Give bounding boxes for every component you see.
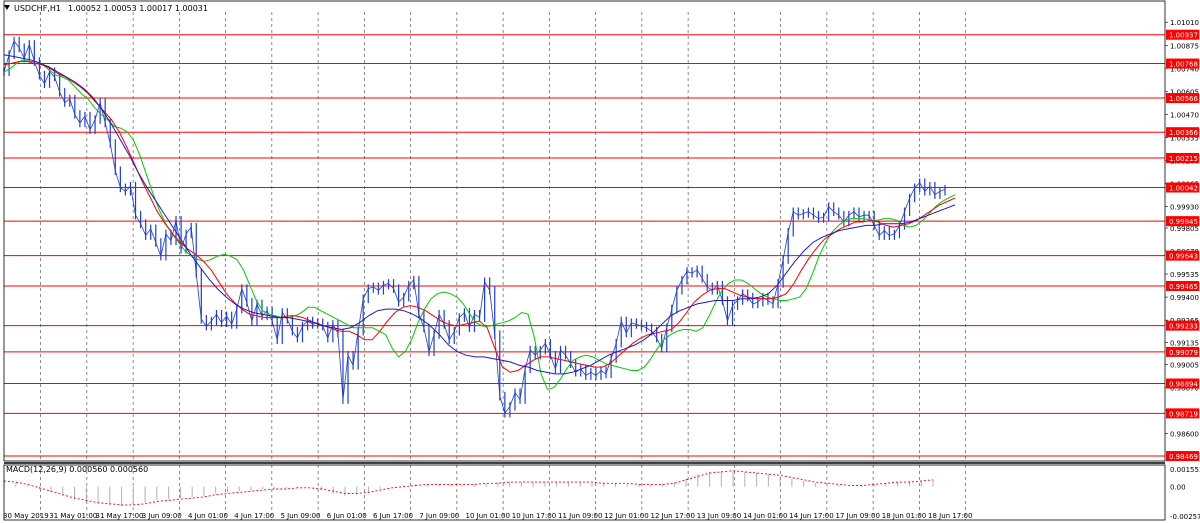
level-tag-label: 0.98719 (1169, 410, 1198, 418)
macd-tick-label: 0.00 (1170, 484, 1186, 492)
time-tick-label: 13 Jun 09:00 (697, 512, 741, 520)
ohlc-values: 1.00052 1.00053 1.00017 1.00031 (68, 4, 208, 13)
level-tag-label: 0.99643 (1169, 253, 1198, 261)
time-tick-label: 31 May 01:00 (49, 512, 97, 520)
level-tag-label: 1.00566 (1169, 95, 1198, 103)
price-tick-label: 1.00470 (1170, 111, 1199, 119)
time-tick-label: 6 Jun 17:00 (373, 512, 413, 520)
level-tag-label: 1.00366 (1169, 129, 1198, 137)
time-tick-label: 3 Jun 09:00 (142, 512, 182, 520)
price-tick-label: 0.99400 (1170, 294, 1199, 302)
level-tag-label: 0.99465 (1169, 283, 1198, 291)
macd-label: MACD(12,26,9) 0.000560 0.000560 (6, 465, 148, 474)
time-tick-label: 7 Jun 09:00 (419, 512, 459, 520)
price-tick-label: 0.99930 (1170, 204, 1199, 212)
level-tag-label: 0.98894 (1169, 380, 1198, 388)
level-tag-label: 0.98469 (1169, 453, 1198, 461)
macd-tick-label: -0.002571 (1170, 513, 1200, 521)
time-tick-label: 30 May 2019 (3, 512, 49, 520)
level-tag-label: 1.00768 (1169, 61, 1198, 69)
time-tick-label: 4 Jun 01:00 (188, 512, 228, 520)
time-axis-labels: 30 May 2019 31 May 01:0031 May 17:003 Jun… (3, 512, 972, 520)
time-tick-label: 31 May 17:00 (96, 512, 144, 520)
time-tick-label: 6 Jun 01:00 (327, 512, 367, 520)
level-tag-label: 0.99233 (1169, 323, 1198, 331)
time-tick-label: 18 Jun 17:00 (928, 512, 972, 520)
symbol-label: USDCHF,H1 (14, 4, 61, 13)
level-tag-label: 1.00937 (1169, 32, 1198, 40)
time-tick-label: 10 Jun 17:00 (512, 512, 556, 520)
time-tick-label: 5 Jun 09:00 (281, 512, 321, 520)
macd-panel (3, 470, 934, 507)
price-tick-label: 0.99805 (1170, 225, 1199, 233)
time-tick-label: 18 Jun 01:00 (882, 512, 926, 520)
moving-average-ma_fast (3, 59, 956, 390)
time-tick-label: 14 Jun 17:00 (789, 512, 833, 520)
time-tick-label: 12 Jun 17:00 (651, 512, 695, 520)
price-series (3, 36, 946, 418)
level-tag-label: 0.99845 (1169, 218, 1198, 226)
price-tick-label: 1.00875 (1170, 42, 1199, 50)
price-chart: 1.010101.008751.007401.006051.004701.003… (3, 0, 1200, 521)
horizontal-levels (4, 34, 1165, 457)
level-tag-label: 1.00042 (1169, 185, 1198, 193)
time-tick-label: 12 Jun 01:00 (604, 512, 648, 520)
price-tick-label: 0.99005 (1170, 362, 1199, 370)
macd-tick-label: 0.001553 (1170, 466, 1200, 474)
macd-signal-line (3, 470, 934, 506)
price-tick-label: 0.99135 (1170, 339, 1199, 347)
time-tick-label: 10 Jun 01:00 (466, 512, 510, 520)
time-tick-label: 17 Jun 09:00 (836, 512, 880, 520)
chart-menu-arrow-icon[interactable] (4, 5, 10, 10)
price-tick-label: 0.99535 (1170, 271, 1199, 279)
time-tick-label: 4 Jun 17:00 (234, 512, 274, 520)
moving-averages (3, 54, 956, 390)
level-tag-label: 0.99079 (1169, 349, 1198, 357)
price-tick-label: 1.01010 (1170, 19, 1199, 27)
price-tick-label: 0.98600 (1170, 431, 1199, 439)
chart-window: 1.01010 1.00875 1.00740 1.00605 1.00470 1.003… (0, 0, 1200, 523)
axes (3, 0, 1166, 521)
time-tick-label: 14 Jun 01:00 (743, 512, 787, 520)
level-tag-label: 1.00215 (1169, 155, 1198, 163)
vertical-grid (40, 12, 966, 520)
level-tags: 1.00937 1.00768 1.00566 1.00366 1.00215 1.000… (1166, 29, 1199, 462)
time-tick-label: 11 Jun 09:00 (558, 512, 602, 520)
